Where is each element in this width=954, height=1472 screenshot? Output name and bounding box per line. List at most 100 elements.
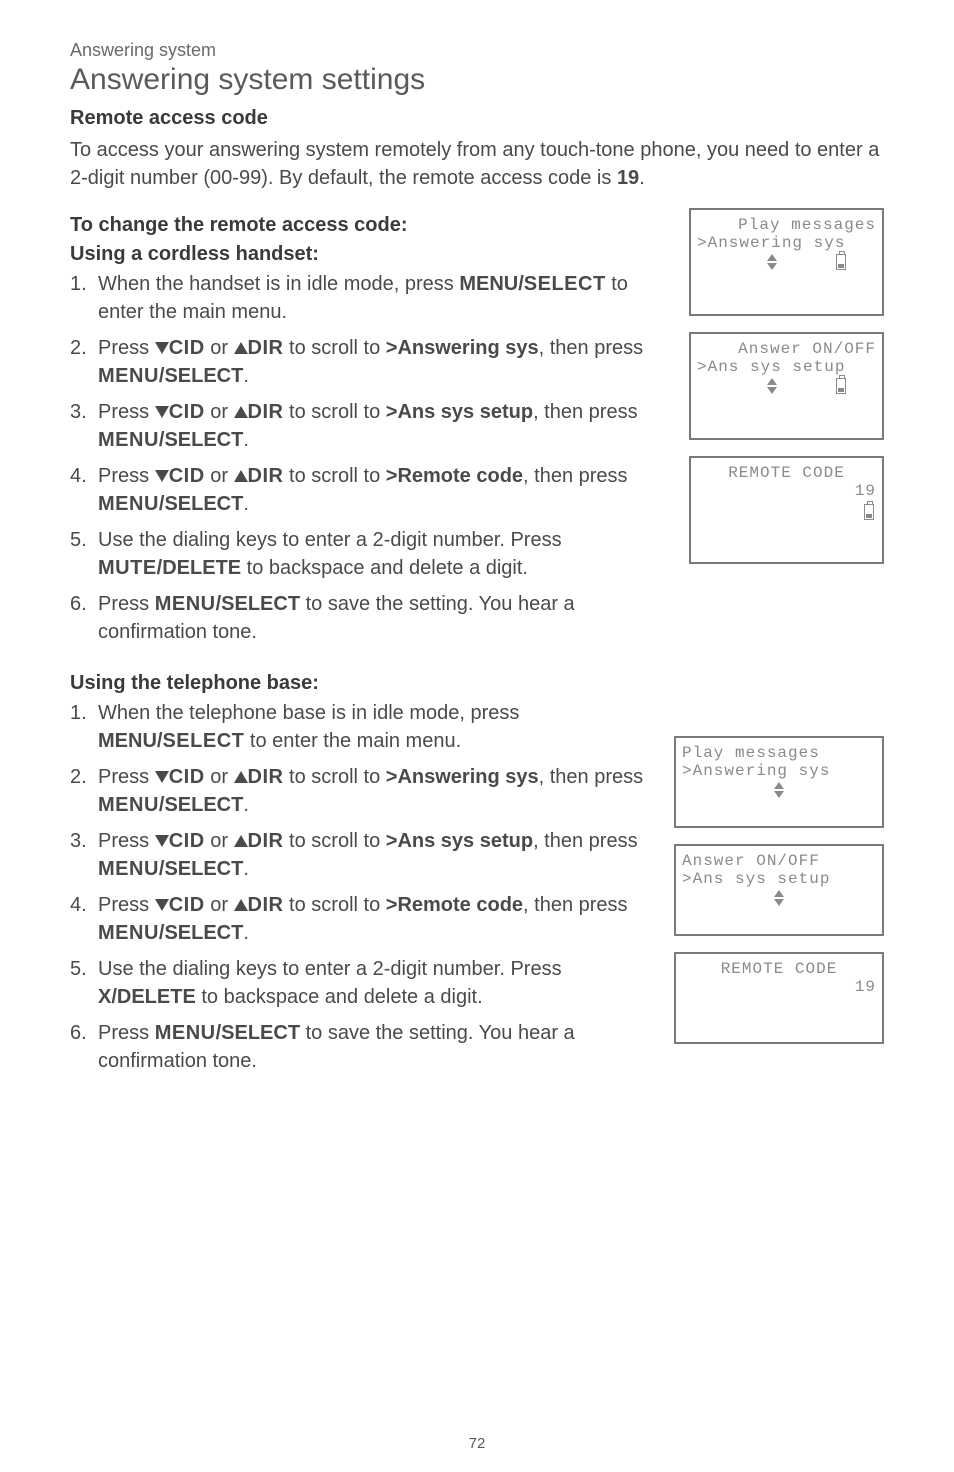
base-step-5: Use the dialing keys to enter a 2-digit …	[70, 955, 654, 1011]
label-part: MENU	[98, 922, 159, 944]
heading-change-code: To change the remote access code:	[70, 214, 654, 237]
cid-label: CID	[169, 894, 205, 916]
cid-label: CID	[169, 766, 205, 788]
dir-label: DIR	[248, 830, 284, 852]
page-number: 72	[0, 1435, 954, 1452]
down-arrow-icon	[155, 899, 169, 911]
section-heading-remote-access: Remote access code	[70, 107, 884, 130]
up-arrow-icon	[234, 406, 248, 418]
label-part: MENU	[98, 794, 159, 816]
step-text: .	[243, 858, 249, 880]
breadcrumb: Answering system	[70, 40, 884, 61]
lcd-line: Answer ON/OFF	[697, 340, 876, 358]
step-text: .	[243, 794, 249, 816]
lcd-line: >Ans sys setup	[697, 358, 876, 376]
step-text: to scroll to	[284, 401, 386, 423]
step-text: to backspace and delete a digit.	[241, 557, 528, 579]
label-part: /SELECT	[159, 858, 243, 880]
lcd-handset-play-messages: Play messages >Answering sys	[689, 208, 884, 316]
step-text: or	[205, 830, 234, 852]
label-part: MENU	[155, 1022, 216, 1044]
up-arrow-icon	[234, 835, 248, 847]
label-part: /SELECT	[159, 794, 243, 816]
menu-select-label: MENU/SELECT	[98, 429, 243, 451]
step-text: to scroll to	[284, 465, 386, 487]
base-step-4: Press CID or DIR to scroll to >Remote co…	[70, 891, 654, 947]
answering-sys-label: >Answering sys	[386, 766, 539, 788]
heading-using-base: Using the telephone base:	[70, 672, 654, 695]
menu-select-label: MENU/SELECT	[98, 493, 243, 515]
heading-using-handset: Using a cordless handset:	[70, 243, 654, 266]
label-part: SELECT	[162, 730, 244, 752]
step-text: or	[205, 894, 234, 916]
up-arrow-icon	[234, 470, 248, 482]
lcd-line: 19	[697, 482, 876, 500]
step-text: , then press	[533, 830, 638, 852]
step-text: , then press	[539, 337, 644, 359]
ans-sys-setup-label: >Ans sys setup	[386, 401, 533, 423]
up-down-arrow-icon	[774, 782, 784, 798]
lcd-base-answer-onoff: Answer ON/OFF >Ans sys setup	[674, 844, 884, 936]
intro-default-code: 19	[617, 167, 639, 189]
step-text: , then press	[523, 894, 628, 916]
cid-label: CID	[169, 401, 205, 423]
down-arrow-icon	[155, 835, 169, 847]
step-text: .	[243, 429, 249, 451]
step-text: Press	[98, 1022, 155, 1044]
intro-text-pre: To access your answering system remotely…	[70, 139, 879, 189]
battery-icon	[836, 378, 846, 394]
up-down-arrow-icon	[767, 254, 777, 270]
label-part: /SELECT	[159, 365, 243, 387]
step-text: Press	[98, 766, 155, 788]
remote-code-label: >Remote code	[386, 465, 523, 487]
remote-code-label: >Remote code	[386, 894, 523, 916]
lcd-line: >Answering sys	[697, 234, 876, 252]
step-text: Press	[98, 894, 155, 916]
down-arrow-icon	[155, 342, 169, 354]
step-text: When the handset is in idle mode, press	[98, 273, 459, 295]
battery-icon	[864, 504, 874, 520]
label-part: MENU	[98, 858, 159, 880]
step-text: Use the dialing keys to enter a 2-digit …	[98, 958, 562, 980]
label-part: MUTE	[98, 557, 157, 579]
cid-label: CID	[169, 830, 205, 852]
lcd-base-remote-code: REMOTE CODE 19	[674, 952, 884, 1044]
lcd-line: >Answering sys	[682, 762, 876, 780]
label-part: MENU	[98, 365, 159, 387]
label-part: /SELECT	[216, 1022, 300, 1044]
label-part: MENU	[155, 593, 216, 615]
mute-delete-label: MUTE/DELETE	[98, 557, 241, 579]
step-text: .	[243, 922, 249, 944]
menu-select-label: MENU/SELECT	[155, 1022, 300, 1044]
step-text: to scroll to	[284, 894, 386, 916]
label-part: MENU	[98, 429, 159, 451]
cid-label: CID	[169, 465, 205, 487]
step-text: to scroll to	[284, 766, 386, 788]
lcd-line: 19	[682, 978, 876, 996]
base-step-2: Press CID or DIR to scroll to >Answering…	[70, 763, 654, 819]
step-text: Press	[98, 465, 155, 487]
label-part: /SELECT	[216, 593, 300, 615]
base-step-3: Press CID or DIR to scroll to >Ans sys s…	[70, 827, 654, 883]
step-text: to scroll to	[284, 830, 386, 852]
lcd-line: >Ans sys setup	[682, 870, 876, 888]
menu-select-label: MENU/SELECT	[98, 365, 243, 387]
step-text: Use the dialing keys to enter a 2-digit …	[98, 529, 562, 551]
step-text: Press	[98, 337, 155, 359]
step-text: or	[205, 465, 234, 487]
handset-step-3: Press CID or DIR to scroll to >Ans sys s…	[70, 398, 654, 454]
menu-select-label: MENU/SELECT	[98, 730, 244, 752]
up-down-arrow-icon	[774, 890, 784, 906]
step-text: .	[243, 365, 249, 387]
menu-select-label: MENU/SELECT	[98, 858, 243, 880]
step-text: to enter the main menu.	[244, 730, 461, 752]
lcd-handset-answer-onoff: Answer ON/OFF >Ans sys setup	[689, 332, 884, 440]
ans-sys-setup-label: >Ans sys setup	[386, 830, 533, 852]
handset-step-2: Press CID or DIR to scroll to >Answering…	[70, 334, 654, 390]
page-title: Answering system settings	[70, 63, 884, 97]
step-text: to scroll to	[284, 337, 386, 359]
lcd-line: REMOTE CODE	[697, 464, 876, 482]
step-text: , then press	[523, 465, 628, 487]
menu-select-label: MENU/SELECT	[155, 593, 300, 615]
step-text: .	[243, 493, 249, 515]
